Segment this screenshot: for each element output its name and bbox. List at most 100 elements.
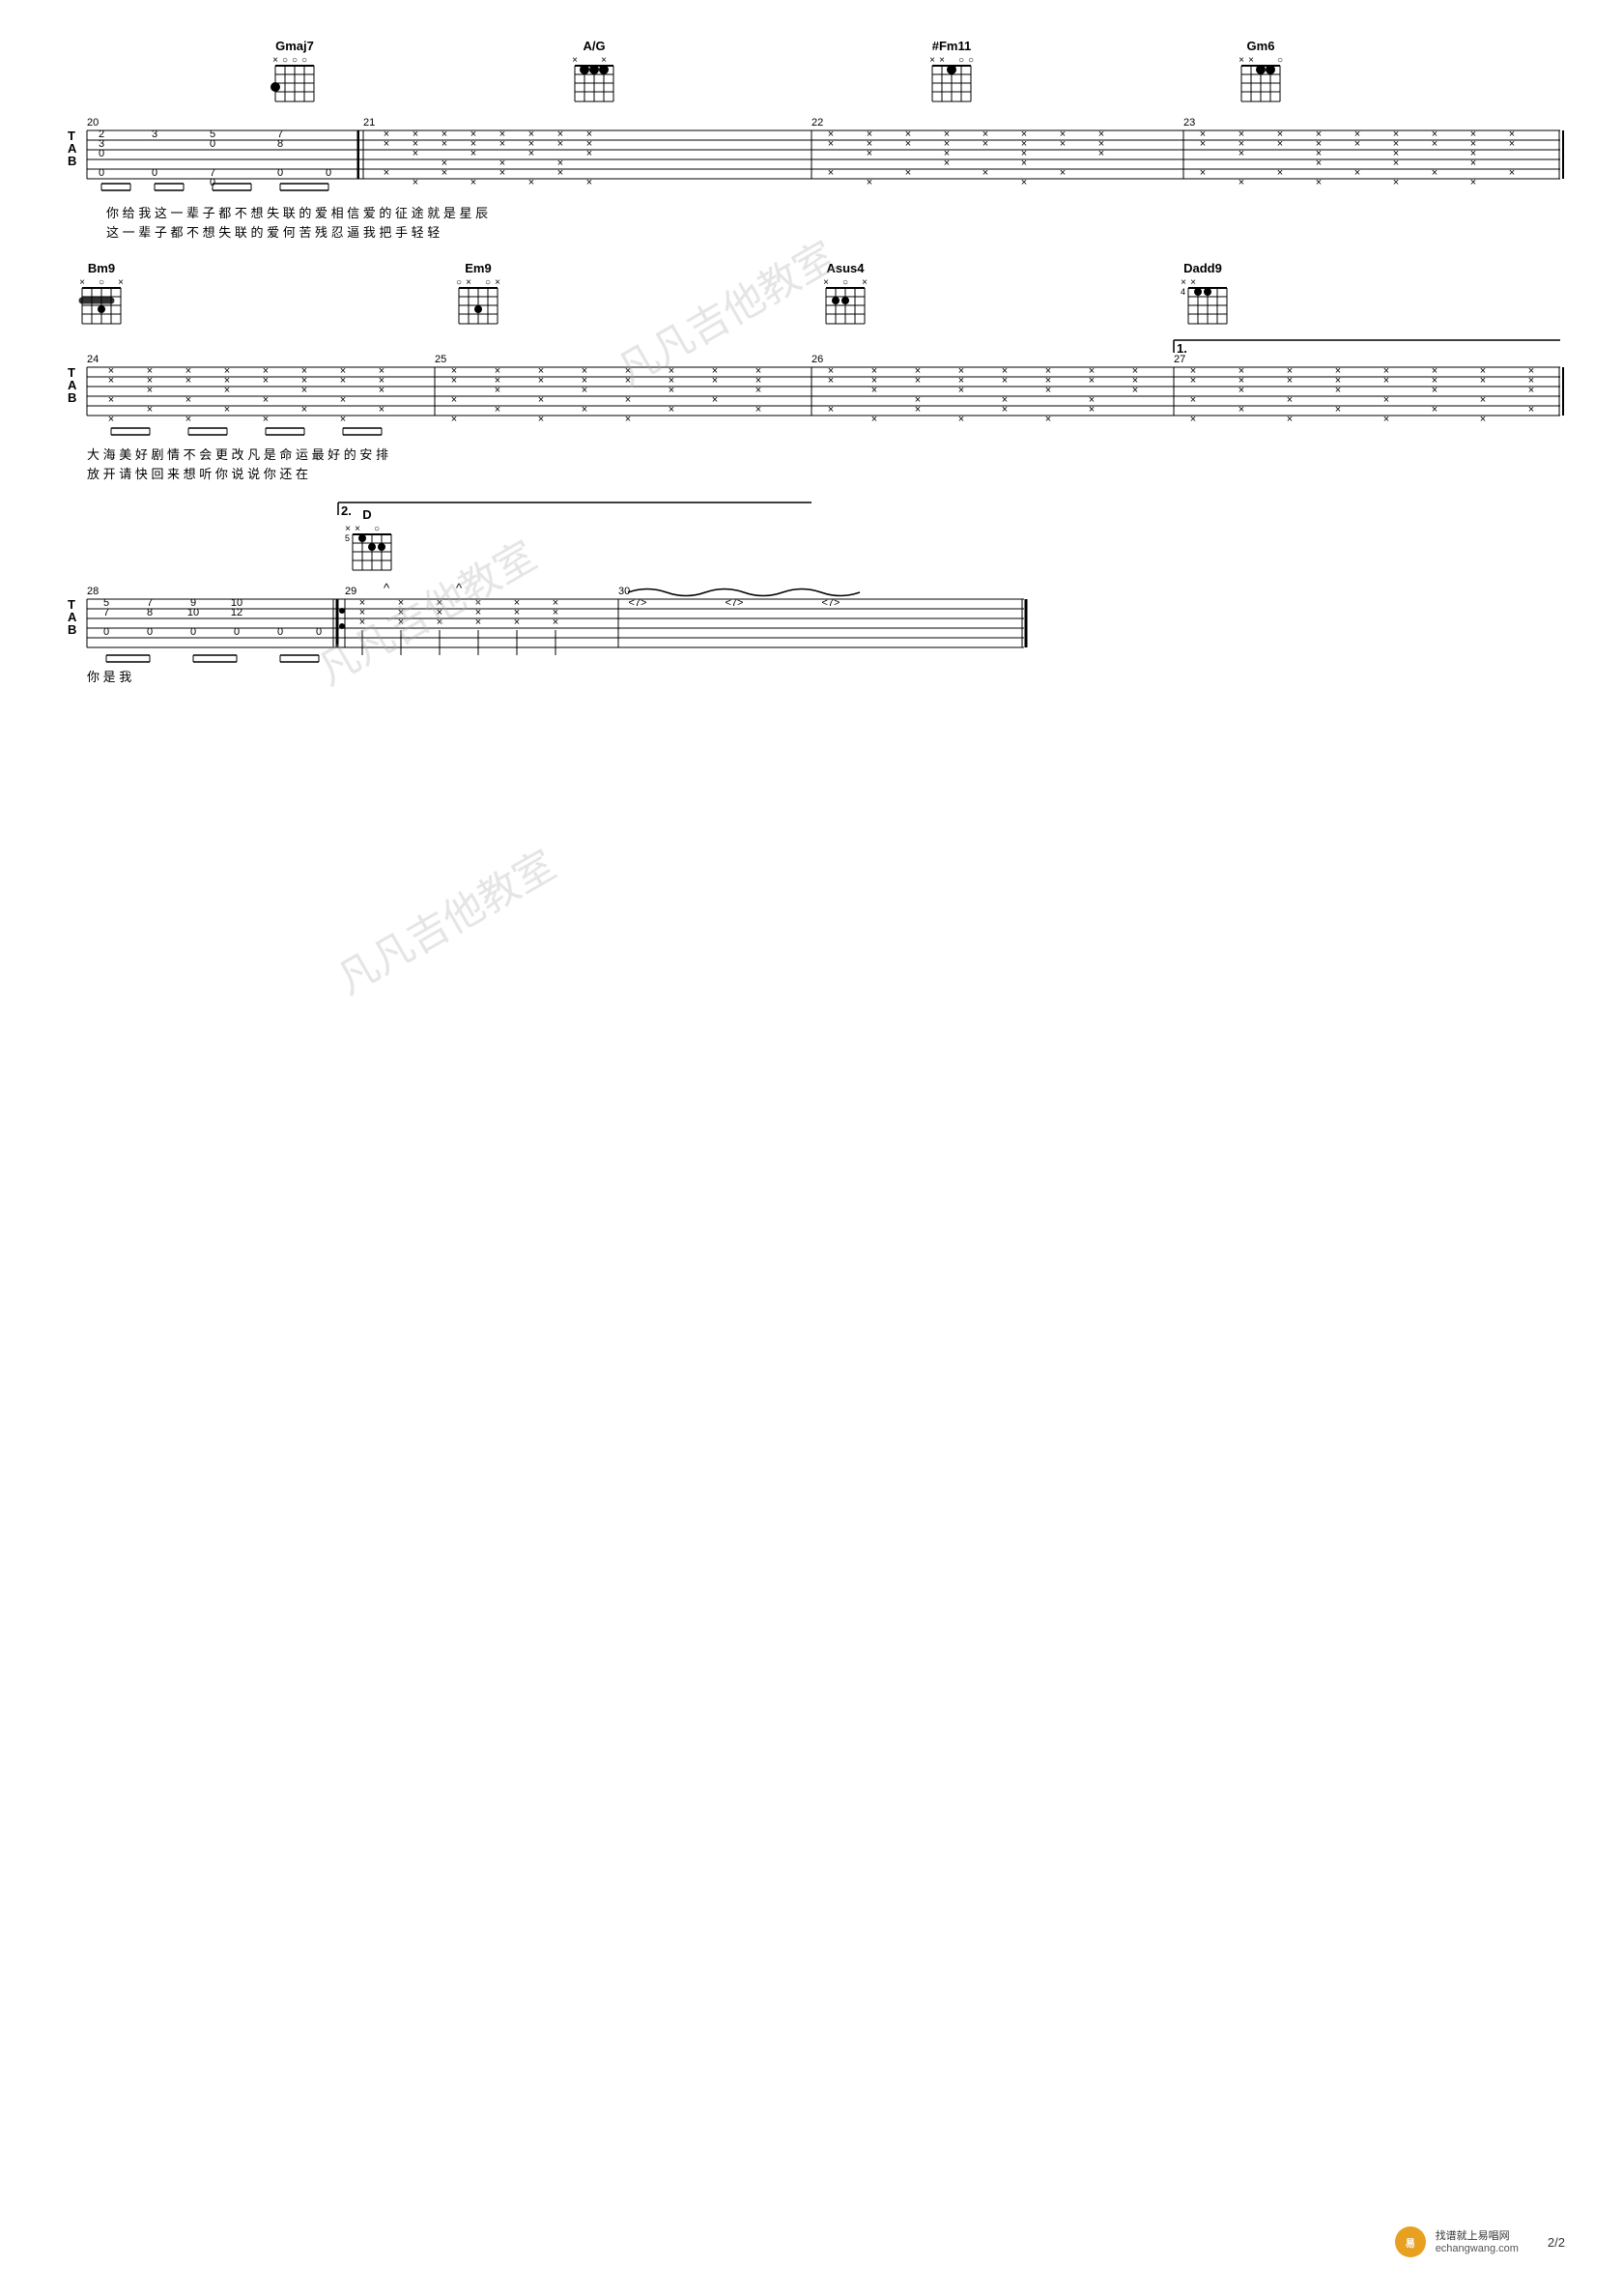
svg-text:0: 0 (234, 626, 240, 638)
svg-text:^: ^ (384, 581, 390, 595)
svg-text:25: 25 (435, 354, 446, 365)
svg-text:×: × (1316, 158, 1322, 169)
svg-text:0: 0 (190, 626, 196, 638)
svg-text:○: ○ (958, 55, 964, 66)
lyrics-1-1: 你 给 我 这 一 辈 子 都 不 想 失 联 的 爱 相 信 爱 的 征 途 … (106, 206, 488, 220)
svg-text:×: × (1383, 394, 1389, 406)
svg-text:0: 0 (316, 626, 322, 638)
svg-text:×: × (1002, 404, 1008, 416)
svg-text:×: × (1383, 375, 1389, 387)
svg-text:×: × (118, 277, 124, 288)
svg-text:×: × (1060, 138, 1066, 150)
svg-text:×: × (755, 385, 761, 396)
svg-text:21: 21 (363, 117, 375, 129)
svg-text:×: × (499, 167, 505, 179)
svg-text:×: × (528, 148, 534, 159)
svg-text:×: × (828, 375, 834, 387)
svg-text:×: × (355, 524, 360, 534)
svg-text:×: × (982, 138, 988, 150)
svg-text:12: 12 (231, 607, 242, 618)
svg-text:A/G: A/G (583, 39, 605, 53)
svg-text:0: 0 (277, 167, 283, 179)
svg-text:×: × (958, 385, 964, 396)
svg-text:<7>: <7> (629, 597, 647, 609)
svg-text:×: × (538, 375, 544, 387)
site-logo: 易 (1395, 2226, 1426, 2257)
svg-text:×: × (108, 375, 114, 387)
svg-text:×: × (1277, 167, 1283, 179)
svg-text:×: × (557, 167, 563, 179)
page-container: Gmaj7 × ○ ○ ○ A/G × × (0, 0, 1623, 2296)
svg-text:20: 20 (87, 117, 99, 129)
svg-text:×: × (1480, 394, 1486, 406)
svg-text:Dadd9: Dadd9 (1183, 261, 1222, 275)
svg-text:0: 0 (210, 138, 215, 150)
svg-text:×: × (441, 138, 447, 150)
svg-text:×: × (340, 394, 346, 406)
svg-text:×: × (867, 148, 872, 159)
svg-text:×: × (147, 404, 153, 416)
svg-text:Bm9: Bm9 (88, 261, 115, 275)
svg-text:×: × (263, 394, 269, 406)
svg-text:×: × (495, 277, 500, 288)
svg-text:○: ○ (968, 55, 974, 66)
svg-text:×: × (1287, 394, 1293, 406)
svg-text:×: × (185, 375, 191, 387)
svg-text:×: × (1190, 277, 1196, 288)
svg-text:×: × (470, 177, 476, 188)
svg-text:0: 0 (147, 626, 153, 638)
svg-text:×: × (1239, 177, 1244, 188)
svg-text:8: 8 (147, 607, 153, 618)
svg-text:×: × (1098, 148, 1104, 159)
svg-text:×: × (451, 394, 457, 406)
svg-text:×: × (586, 177, 592, 188)
svg-text:×: × (582, 385, 587, 396)
svg-text:×: × (1239, 148, 1244, 159)
svg-text:×: × (1021, 177, 1027, 188)
svg-text:3: 3 (152, 129, 157, 140)
svg-text:×: × (1316, 177, 1322, 188)
svg-text:×: × (601, 55, 607, 66)
svg-text:×: × (470, 148, 476, 159)
svg-text:×: × (586, 148, 592, 159)
svg-text:×: × (905, 167, 911, 179)
svg-text:×: × (1089, 404, 1095, 416)
svg-text:30: 30 (618, 586, 630, 597)
svg-text:×: × (1354, 167, 1360, 179)
svg-text:×: × (495, 385, 500, 396)
svg-text:×: × (557, 138, 563, 150)
svg-text:×: × (1432, 138, 1438, 150)
svg-text:×: × (1354, 138, 1360, 150)
svg-text:×: × (1335, 404, 1341, 416)
svg-text:×: × (413, 177, 418, 188)
svg-text:×: × (871, 385, 877, 396)
svg-text:×: × (958, 414, 964, 425)
svg-text:○: ○ (1277, 55, 1283, 66)
repeat-bracket-2: 2. (341, 503, 352, 518)
svg-text:×: × (108, 414, 114, 425)
music-score: Gmaj7 × ○ ○ ○ A/G × × (58, 29, 1565, 1092)
svg-text:×: × (1480, 414, 1486, 425)
svg-text:0: 0 (326, 167, 331, 179)
svg-text:×: × (451, 375, 457, 387)
watermark-1: 凡凡吉他教室 (611, 234, 844, 395)
svg-text:10: 10 (187, 607, 199, 618)
svg-text:×: × (499, 138, 505, 150)
svg-text:×: × (1239, 404, 1244, 416)
svg-text:×: × (828, 404, 834, 416)
svg-text:○: ○ (456, 277, 462, 288)
lyrics-1-2: 这 一 辈 子 都 不 想 失 联 的 爱 何 苦 残 忍 逼 我 把 手 轻 … (106, 225, 440, 240)
svg-text:4: 4 (1181, 287, 1185, 297)
svg-text:○: ○ (301, 55, 307, 66)
svg-text:×: × (185, 394, 191, 406)
svg-text:26: 26 (812, 354, 823, 365)
svg-text:×: × (301, 404, 307, 416)
svg-text:×: × (712, 394, 718, 406)
svg-text:×: × (553, 617, 558, 628)
svg-text:×: × (625, 414, 631, 425)
svg-text:×: × (384, 167, 389, 179)
footer-tagline: 找谱就上易唱网 (1436, 2229, 1519, 2243)
lyrics-3-1: 你 是 我 (87, 670, 131, 684)
svg-text:×: × (1470, 158, 1476, 169)
svg-text:23: 23 (1183, 117, 1195, 129)
